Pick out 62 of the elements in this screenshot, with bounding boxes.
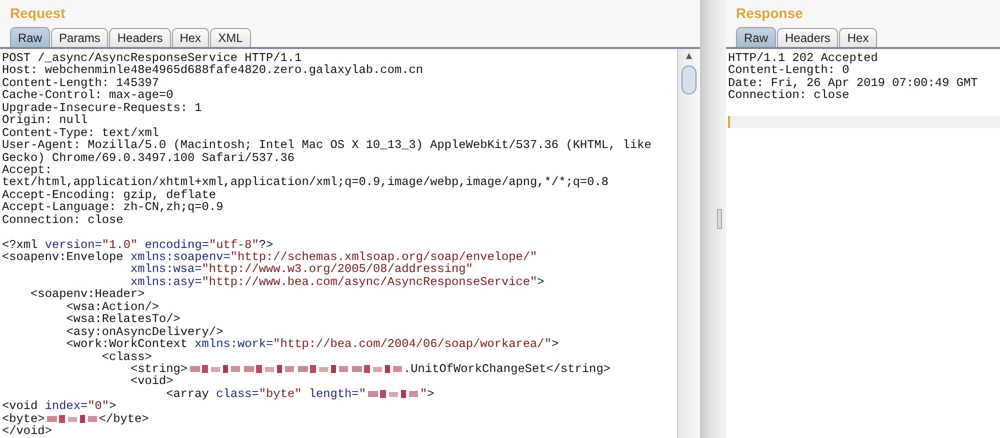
view-tab[interactable]: Params [51, 28, 108, 47]
code-line: Upgrade-Insecure-Requests: 1 [2, 102, 203, 114]
code-line: Gecko) Chrome/69.0.3497.100 Safari/537.36 [2, 152, 296, 164]
code-line: <void> [129, 375, 174, 388]
code-line: HTTP/1.1 202 Accepted [728, 52, 879, 64]
code-text: <byte> [2, 412, 45, 426]
code-line: </void> [2, 425, 53, 438]
view-tab[interactable]: XML [210, 28, 251, 47]
code-text: .UnitOfWorkChangeSet</string> [404, 362, 610, 376]
view-tab[interactable]: Hex [839, 28, 877, 47]
code-text: length= [308, 386, 359, 401]
panel-title: Response [735, 4, 804, 23]
code-line: Content-Length: 0 [728, 64, 850, 77]
code-line: Origin: null [2, 114, 88, 127]
code-line: Accept: [2, 164, 52, 176]
redaction-drawing [296, 364, 350, 374]
redaction-drawing [44, 414, 99, 424]
view-tab[interactable]: Hex [172, 28, 210, 47]
code-text: class= [216, 386, 259, 401]
code-line: Connection: close [728, 89, 850, 102]
code-line: xmlns:wsa="http://www.w3.org/2005/08/addressing" [129, 263, 473, 276]
code-line: <?xml version="1.0" encoding="utf-8"?> [2, 238, 274, 251]
code-line: <soapenv:Envelope xmlns:soapenv="http://schemas.xmlsoap.org/soap/envelope/" [2, 251, 538, 264]
view-tab[interactable]: Headers [777, 28, 838, 47]
code-line: Content-Type: text/xml [2, 126, 159, 140]
code-text: </byte> [98, 412, 149, 426]
code-line: <class> [100, 350, 152, 363]
code-line: <void index="0"> [2, 400, 116, 413]
code-text: <string> [129, 362, 188, 376]
redaction-drawing [242, 364, 296, 374]
text-cursor [728, 116, 730, 128]
code-line: Accept-Encoding: gzip, deflate [2, 188, 216, 202]
code-line: Content-Length: 145397 [2, 76, 160, 90]
code-line: <asy:onAsyncDelivery/> [65, 326, 224, 338]
code-line: POST /_async/AsyncResponseService HTTP/1.1 [2, 52, 302, 64]
view-tab[interactable]: Headers [109, 28, 171, 47]
redaction-drawing [350, 364, 404, 374]
code-line: Date: Fri, 26 Apr 2019 07:00:49 GMT [728, 76, 979, 90]
code-line: Connection: close [2, 214, 124, 226]
view-tab[interactable]: Raw [736, 27, 776, 47]
code-line: Host: webchenminle48e4965d688fafe4820.zero.galaxylab.com.cn [2, 64, 424, 77]
code-text: " [420, 386, 428, 401]
code-text: "byte" [258, 386, 302, 401]
view-tab[interactable]: Raw [10, 27, 50, 47]
code-text: <array [165, 386, 210, 401]
scroll-thumb[interactable] [681, 65, 697, 95]
code-text: > [427, 386, 434, 401]
code-line: xmlns:asy="http://www.bea.com/async/AsyncResponseService"> [130, 276, 546, 288]
code-line: text/html,application/xhtml+xml,application/xml;q=0.9,image/webp,image/apng,*/*;q=0.8 [2, 176, 610, 189]
code-line: <wsa:Action/> [65, 300, 159, 314]
code-line: Cache-Control: max-age=0 [2, 89, 174, 102]
scroll-up-icon[interactable] [685, 52, 693, 60]
code-line: Accept-Language: zh-CN,zh;q=0.9 [2, 201, 224, 214]
code-text: " [358, 386, 366, 401]
code-line: <wsa:RelatesTo/> [65, 313, 180, 326]
scrollbar[interactable] [677, 49, 700, 438]
code-line: User-Agent: Mozilla/5.0 (Macintosh; Intel Mac OS X 10_13_3) AppleWebKit/537.36 (KHTML, like [2, 139, 652, 152]
panel-title: Request [9, 4, 66, 23]
code-line: <soapenv:Header> [30, 288, 145, 301]
redaction-drawing [366, 388, 420, 399]
code-line: <work:WorkContext xmlns:work="http://bea.com/2004/06/soap/workarea/"> [65, 338, 560, 350]
redaction-drawing [188, 364, 242, 374]
